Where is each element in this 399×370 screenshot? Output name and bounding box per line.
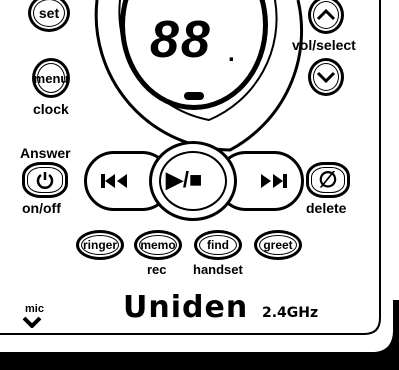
menu-button[interactable]: menu: [32, 58, 70, 98]
handset-label: handset: [193, 262, 243, 277]
ringer-button[interactable]: ringer: [76, 230, 124, 260]
clock-label: clock: [33, 101, 69, 117]
rec-label: rec: [147, 262, 167, 277]
chevron-up-icon: [316, 8, 336, 21]
power-button[interactable]: [22, 162, 68, 198]
play-stop-label: ▶/■: [166, 167, 203, 192]
band-label: 2.4GHz: [262, 305, 319, 321]
mic-label: mic: [25, 303, 44, 315]
brand-logo: Uniden: [123, 290, 249, 325]
power-icon: [36, 172, 54, 189]
find-button[interactable]: find: [194, 230, 242, 260]
skip-back-icon: [101, 174, 127, 188]
lcd-digits: 88: [150, 11, 212, 69]
lcd-indicator-bar: [184, 92, 204, 100]
volume-down-button[interactable]: [308, 58, 344, 96]
mic-arrow-icon: [22, 316, 42, 328]
memo-button[interactable]: memo: [134, 230, 182, 260]
delete-label: delete: [306, 200, 347, 216]
delete-icon: ∅: [318, 167, 338, 192]
chevron-down-icon: [316, 71, 336, 84]
greet-button[interactable]: greet: [254, 230, 302, 260]
play-stop-button[interactable]: ▶/■: [149, 141, 237, 221]
on-off-label: on/off: [22, 200, 61, 216]
answer-label: Answer: [20, 145, 71, 161]
skip-forward-icon: [261, 174, 287, 188]
vol-select-label: vol/select: [292, 37, 356, 53]
delete-button[interactable]: ∅: [306, 162, 350, 198]
lcd-dot: .: [228, 40, 235, 67]
